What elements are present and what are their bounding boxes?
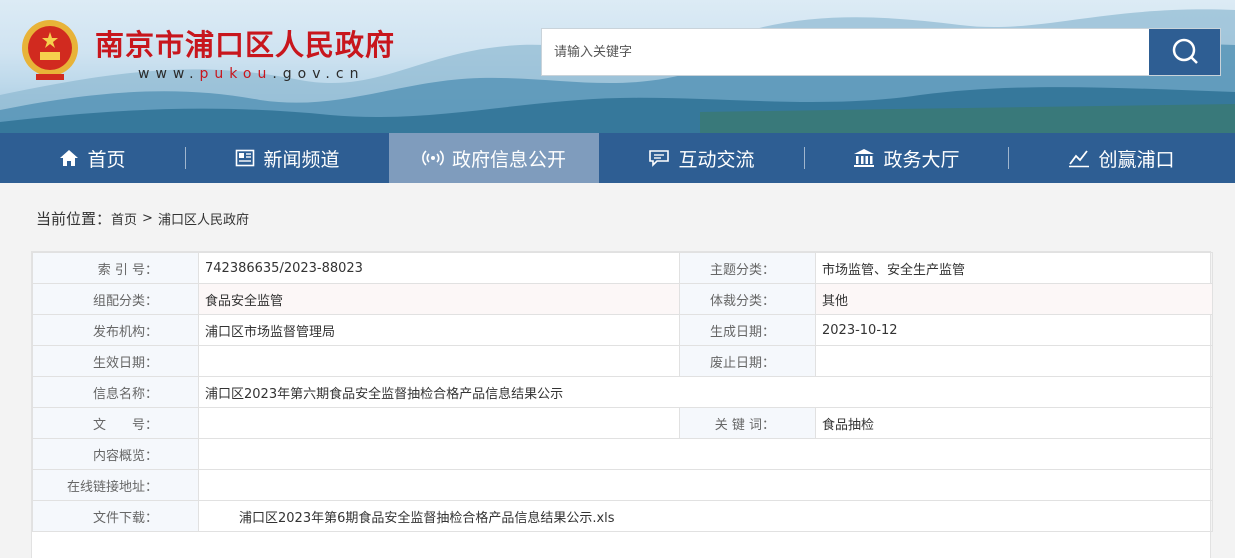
summary-value [198, 438, 1213, 470]
nav-item-home[interactable]: 首页 [0, 133, 185, 183]
nav-item-label: 新闻频道 [263, 148, 340, 171]
keywords-label: 关 键 词： [679, 407, 816, 439]
news-icon [235, 149, 255, 167]
content-panel: 索 引 号： 742386635/2023-88023 主题分类： 市场监管、安… [31, 251, 1213, 558]
download-file-link[interactable]: 浦口区2023年第6期食品安全监督抽检合格产品信息结果公示.xls [205, 511, 615, 526]
table-row: 在线链接地址： [32, 469, 1213, 501]
broadcast-icon [422, 148, 444, 168]
online-link-value [198, 469, 1213, 501]
publisher-label: 发布机构： [32, 314, 199, 346]
topic-value: 市场监管、安全生产监管 [815, 252, 1213, 284]
table-row: 文 号： 关 键 词： 食品抽检 [32, 407, 1213, 439]
info-name-label: 信息名称： [32, 376, 199, 408]
summary-label: 内容概览： [32, 438, 199, 470]
search-icon [1170, 36, 1200, 69]
breadcrumb-link-home[interactable]: 首页 [111, 209, 137, 228]
online-link-label: 在线链接地址： [32, 469, 199, 501]
search-box [541, 28, 1221, 76]
table-row: 内容概览： [32, 438, 1213, 470]
abolished-date-value [815, 345, 1213, 377]
genre-value: 其他 [815, 283, 1213, 315]
index-no-label: 索 引 号： [32, 252, 199, 284]
chart-icon [1068, 148, 1090, 168]
index-no-value: 742386635/2023-88023 [198, 252, 680, 284]
doc-no-value [198, 407, 680, 439]
effective-date-label: 生效日期： [32, 345, 199, 377]
nav-item-chuangying[interactable]: 创赢浦口 [1009, 133, 1234, 183]
site-title: 南京市浦口区人民政府 [95, 28, 396, 62]
breadcrumb-separator: > [142, 210, 153, 226]
nav-item-news[interactable]: 新闻频道 [186, 133, 389, 183]
info-name-value: 浦口区2023年第六期食品安全监督抽检合格产品信息结果公示 [198, 376, 1213, 408]
site-url-domain: pukou [199, 66, 273, 82]
table-row: 生效日期： 废止日期： [32, 345, 1213, 377]
download-label: 文件下载： [32, 500, 199, 532]
download-cell: 浦口区2023年第6期食品安全监督抽检合格产品信息结果公示.xls [198, 500, 1213, 532]
nav-item-label: 创赢浦口 [1098, 148, 1175, 171]
publisher-value: 浦口区市场监督管理局 [198, 314, 680, 346]
breadcrumb-label: 当前位置： [36, 209, 112, 228]
keywords-value: 食品抽检 [815, 407, 1213, 439]
breadcrumb: 当前位置： 首页 > 浦口区人民政府 [36, 208, 249, 228]
created-date-value: 2023-10-12 [815, 314, 1213, 346]
group-value: 食品安全监管 [198, 283, 680, 315]
nav-item-gov-info[interactable]: 政府信息公开 [389, 133, 599, 183]
nav-item-label: 互动交流 [678, 148, 755, 171]
table-row: 文件下载： 浦口区2023年第6期食品安全监督抽检合格产品信息结果公示.xls [32, 500, 1213, 532]
main-nav: 首页 新闻频道 政府信息公开 互动交流 政务大厅 创赢浦口 [0, 133, 1235, 183]
info-meta-table: 索 引 号： 742386635/2023-88023 主题分类： 市场监管、安… [32, 252, 1213, 532]
genre-label: 体裁分类： [679, 283, 816, 315]
table-row: 组配分类： 食品安全监管 体裁分类： 其他 [32, 283, 1213, 315]
group-label: 组配分类： [32, 283, 199, 315]
site-url-prefix: www. [138, 66, 200, 82]
breadcrumb-link-district-gov[interactable]: 浦口区人民政府 [158, 209, 249, 228]
created-date-label: 生成日期： [679, 314, 816, 346]
site-url-suffix: .gov.cn [272, 66, 365, 82]
abolished-date-label: 废止日期： [679, 345, 816, 377]
effective-date-value [198, 345, 680, 377]
search-button[interactable] [1149, 29, 1220, 75]
doc-no-label: 文 号： [32, 407, 199, 439]
table-row: 索 引 号： 742386635/2023-88023 主题分类： 市场监管、安… [32, 252, 1213, 284]
site-url: www.pukou.gov.cn [138, 66, 364, 82]
home-icon [59, 149, 79, 167]
nav-item-label: 政府信息公开 [451, 148, 566, 171]
nav-item-service-hall[interactable]: 政务大厅 [805, 133, 1008, 183]
building-icon [853, 148, 875, 168]
nav-item-interaction[interactable]: 互动交流 [599, 133, 804, 183]
topic-label: 主题分类： [679, 252, 816, 284]
nav-item-label: 政务大厅 [883, 148, 960, 171]
chat-icon [648, 149, 670, 167]
search-input[interactable] [542, 29, 1149, 75]
national-emblem-icon [20, 18, 80, 84]
header-banner: 南京市浦口区人民政府 www.pukou.gov.cn [0, 0, 1235, 133]
table-row: 发布机构： 浦口区市场监督管理局 生成日期： 2023-10-12 [32, 314, 1213, 346]
table-row: 信息名称： 浦口区2023年第六期食品安全监督抽检合格产品信息结果公示 [32, 376, 1213, 408]
nav-item-label: 首页 [87, 148, 126, 171]
